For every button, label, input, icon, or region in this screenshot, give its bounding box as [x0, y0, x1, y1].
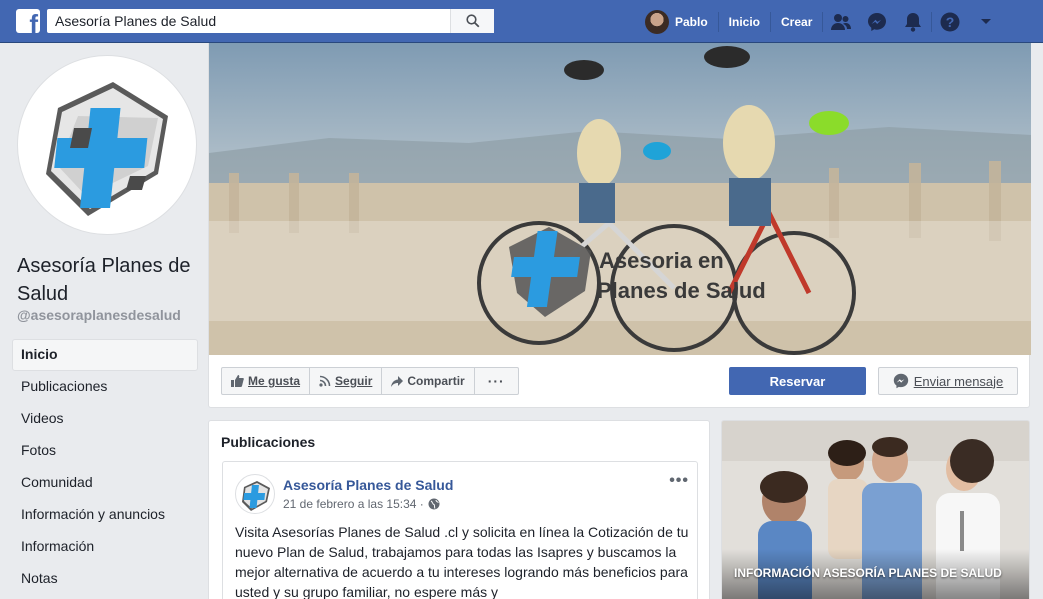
- globe-icon: [428, 498, 440, 510]
- health-cross-logo: [242, 481, 270, 511]
- post-author-avatar[interactable]: [235, 474, 275, 514]
- post-card: Asesoría Planes de Salud 21 de febrero a…: [222, 461, 698, 599]
- like-button[interactable]: Me gusta: [222, 368, 311, 394]
- facebook-logo-letter: f: [29, 9, 38, 33]
- cover-illustration: Asesoria en Planes de Salud: [209, 43, 1031, 355]
- sidebar-item-info-anuncios[interactable]: Información y anuncios: [12, 499, 198, 531]
- user-avatar: [645, 9, 669, 34]
- cover-card: Asesoria en Planes de Salud Me gusta Seg…: [208, 43, 1031, 408]
- messenger-icon: [868, 12, 887, 31]
- account-menu-button[interactable]: [968, 0, 1004, 43]
- follow-label: Seguir: [335, 374, 373, 388]
- page-title[interactable]: Asesoría Planes de Salud: [17, 252, 202, 308]
- profile-link[interactable]: Pablo: [643, 0, 718, 43]
- post-author-name[interactable]: Asesoría Planes de Salud: [283, 477, 453, 493]
- info-card-caption: Información Asesoría Planes de Salud: [734, 566, 1002, 580]
- help-icon: ?: [940, 12, 960, 31]
- cover-logo-text-line2: Planes de Salud: [597, 278, 766, 303]
- create-link[interactable]: Crear: [771, 0, 822, 43]
- sidebar-item-videos[interactable]: Videos: [12, 403, 198, 435]
- friends-icon: [831, 13, 852, 30]
- health-cross-logo: [46, 82, 168, 216]
- posts-section-title: Publicaciones: [221, 434, 316, 450]
- page-action-bar: Me gusta Seguir Compartir ···: [221, 367, 519, 395]
- search-input[interactable]: [47, 9, 452, 33]
- more-dots-icon: ···: [487, 373, 505, 389]
- share-arrow-icon: [391, 375, 404, 387]
- top-right-menu: Pablo Inicio Crear ?: [643, 0, 1004, 43]
- cover-logo-text-line1: Asesoria en: [599, 248, 724, 273]
- sidebar-item-publicaciones[interactable]: Publicaciones: [12, 371, 198, 403]
- messenger-icon: [893, 373, 908, 389]
- sidebar-item-informacion[interactable]: Información: [12, 531, 198, 563]
- facebook-logo[interactable]: f: [16, 9, 40, 33]
- top-navigation-bar: f Pablo Inicio Crear ?: [0, 0, 1043, 43]
- user-name: Pablo: [675, 14, 708, 29]
- home-link[interactable]: Inicio: [719, 0, 770, 43]
- post-date-text: 21 de febrero a las 15:34 ·: [283, 497, 424, 511]
- notifications-button[interactable]: [895, 0, 931, 43]
- reserve-button[interactable]: Reservar: [729, 367, 866, 395]
- friend-requests-button[interactable]: [823, 0, 859, 43]
- follow-button[interactable]: Seguir: [310, 368, 383, 394]
- chevron-down-icon: [981, 18, 992, 24]
- share-button[interactable]: Compartir: [382, 368, 475, 394]
- post-timestamp[interactable]: 21 de febrero a las 15:34 ·: [283, 497, 440, 511]
- like-label: Me gusta: [248, 374, 301, 388]
- search-box: [47, 9, 494, 33]
- cover-photo[interactable]: Asesoria en Planes de Salud: [209, 43, 1031, 355]
- more-actions-button[interactable]: ···: [475, 368, 518, 394]
- sidebar-item-notas[interactable]: Notas: [12, 563, 198, 595]
- share-label: Compartir: [407, 374, 465, 388]
- page-profile-picture[interactable]: [17, 55, 197, 235]
- sidebar-item-inicio[interactable]: Inicio: [12, 339, 198, 371]
- bell-icon: [905, 12, 922, 32]
- post-options-button[interactable]: •••: [669, 472, 689, 490]
- sidebar-item-comunidad[interactable]: Comunidad: [12, 467, 198, 499]
- page-sidebar-nav: Inicio Publicaciones Videos Fotos Comuni…: [12, 339, 198, 595]
- page-handle[interactable]: @asesoraplanesdesalud: [17, 307, 181, 323]
- post-body-text: Visita Asesorías Planes de Salud .cl y s…: [235, 524, 689, 599]
- messenger-button[interactable]: [859, 0, 895, 43]
- send-message-button[interactable]: Enviar mensaje: [878, 367, 1018, 395]
- thumbs-up-icon: [231, 375, 244, 387]
- rss-icon: [319, 375, 331, 387]
- posts-section: Publicaciones Asesoría Planes de Salud 2…: [208, 420, 710, 599]
- sidebar-item-fotos[interactable]: Fotos: [12, 435, 198, 467]
- send-message-label: Enviar mensaje: [913, 373, 1004, 389]
- search-icon: [465, 14, 479, 28]
- info-highlight-card[interactable]: Información Asesoría Planes de Salud: [721, 420, 1030, 599]
- svg-text:?: ?: [946, 14, 955, 30]
- search-button[interactable]: [450, 9, 494, 33]
- help-button[interactable]: ?: [932, 0, 968, 43]
